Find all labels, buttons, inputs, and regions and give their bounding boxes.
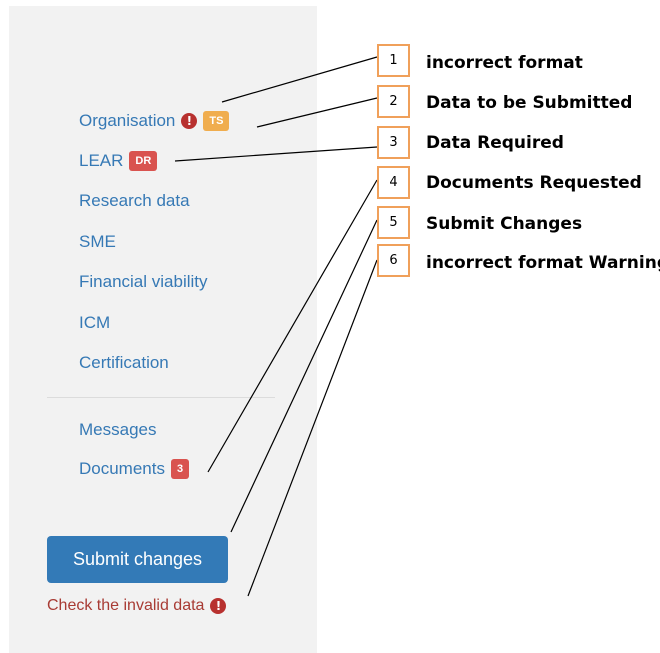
connector-line-2 <box>256 97 378 128</box>
callout-number-4: 4 <box>377 166 410 199</box>
connector-line-3 <box>174 146 378 162</box>
callout-label-3: Data Required <box>426 133 564 153</box>
callout-number-3: 3 <box>377 126 410 159</box>
connector-line-6 <box>247 259 378 597</box>
callout-number-1: 1 <box>377 44 410 77</box>
callout-label-2: Data to be Submitted <box>426 93 633 113</box>
callout-label-1: incorrect format <box>426 53 583 73</box>
callout-number-2: 2 <box>377 85 410 118</box>
callout-label-6: incorrect format Warning <box>426 253 660 273</box>
connector-line-5 <box>230 219 378 533</box>
callout-number-6: 6 <box>377 244 410 277</box>
callout-label-4: Documents Requested <box>426 173 642 193</box>
connector-line-1 <box>221 56 378 103</box>
callout-number-5: 5 <box>377 206 410 239</box>
callout-label-5: Submit Changes <box>426 214 583 234</box>
